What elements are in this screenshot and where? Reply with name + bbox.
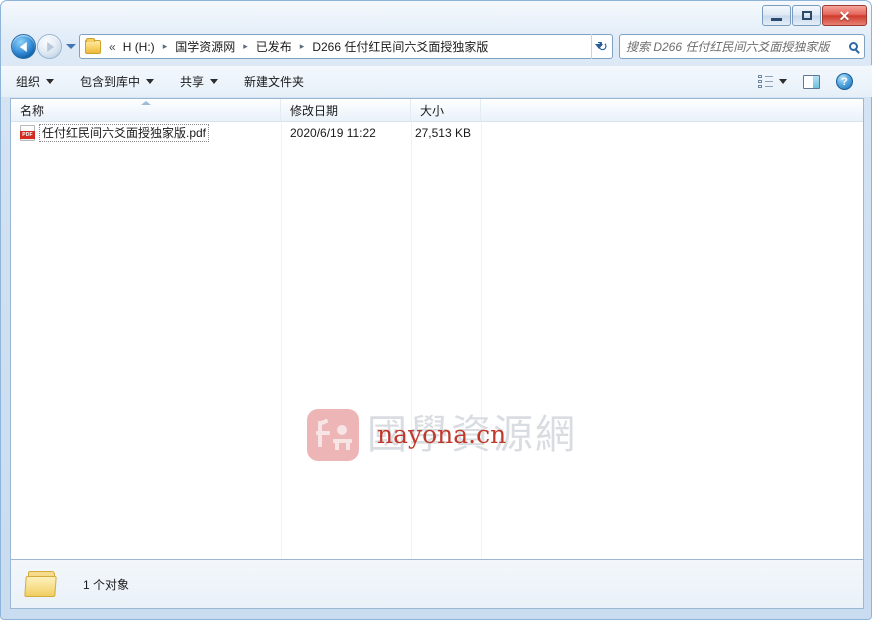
toolbar-item-label: 共享	[180, 75, 205, 89]
toolbar-item-label: 新建文件夹	[244, 75, 305, 89]
help-button[interactable]: ?	[828, 69, 861, 94]
column-gridline	[481, 122, 482, 558]
watermark-text: 國學資源網 nayona.cn	[367, 407, 597, 463]
breadcrumb-item-drive[interactable]: H (H:)	[121, 40, 157, 54]
toolbar-item-label: 组织	[16, 75, 41, 89]
chevron-right-icon[interactable]: ▸	[294, 41, 311, 52]
minimize-button[interactable]	[762, 5, 791, 26]
column-header-row: 名称 修改日期 大小	[11, 99, 863, 122]
watermark: 國學資源網 nayona.cn	[307, 404, 597, 466]
chevron-down-icon	[146, 79, 155, 84]
toolbar-item-label: 包含到库中	[80, 75, 141, 89]
column-header-size[interactable]: 大小	[411, 99, 481, 121]
refresh-icon: ↻	[597, 38, 608, 54]
view-list-icon	[758, 74, 773, 89]
chevron-right-icon[interactable]: ▸	[157, 41, 174, 52]
watermark-site-url: nayona.cn	[377, 420, 507, 449]
column-gridline	[411, 122, 412, 558]
close-icon: ✕	[838, 7, 851, 24]
search-box[interactable]: 搜索 D266 任付红民间六爻面授独家版	[619, 34, 865, 59]
search-input[interactable]: 搜索 D266 任付红民间六爻面授独家版	[626, 38, 846, 55]
file-date-cell: 2020/6/19 11:22	[290, 126, 376, 140]
breadcrumb-item-2[interactable]: 已发布	[254, 38, 294, 55]
file-list-body[interactable]: 任付红民间六爻面授独家版.pdf 2020/6/19 11:22 27,513 …	[11, 122, 863, 558]
table-row[interactable]: 任付红民间六爻面授独家版.pdf 2020/6/19 11:22 27,513 …	[11, 122, 863, 144]
title-bar[interactable]: ✕	[1, 1, 872, 29]
arrow-left-icon	[19, 41, 27, 52]
chevron-down-icon	[46, 79, 55, 84]
maximize-icon	[801, 11, 812, 20]
folder-icon	[85, 37, 101, 54]
column-header-label: 大小	[420, 103, 445, 118]
toolbar-item-share[interactable]: 共享	[169, 69, 229, 94]
folder-icon	[24, 569, 61, 599]
sort-ascending-icon	[140, 101, 151, 105]
status-summary: 1 个对象	[83, 577, 130, 592]
chevron-down-icon	[779, 79, 787, 84]
search-icon	[849, 42, 858, 51]
preview-pane-icon	[803, 74, 820, 89]
close-button[interactable]: ✕	[822, 5, 867, 26]
column-header-label: 修改日期	[290, 103, 339, 118]
recent-pages-dropdown-icon[interactable]	[66, 44, 76, 49]
toolbar-item-include-in-library[interactable]: 包含到库中	[69, 69, 165, 94]
status-bar: 1 个对象	[10, 559, 864, 609]
column-header-filler[interactable]	[481, 99, 863, 121]
column-header-name[interactable]: 名称	[11, 99, 281, 121]
chevron-right-icon[interactable]: ▸	[237, 41, 254, 52]
refresh-button[interactable]: ↻	[591, 34, 613, 59]
minimize-icon	[771, 17, 782, 21]
explorer-window: ✕ « H (H:) ▸ 国学资源网 ▸ 已发布 ▸ D266 任付红民间六爻面…	[0, 0, 872, 620]
breadcrumb-overflow-icon[interactable]: «	[104, 40, 121, 54]
maximize-button[interactable]	[792, 5, 821, 26]
toolbar-item-new-folder[interactable]: 新建文件夹	[233, 69, 315, 94]
file-name-cell[interactable]: 任付红民间六爻面授独家版.pdf	[11, 122, 281, 144]
toolbar-item-organize[interactable]: 组织	[5, 69, 65, 94]
file-name-label: 任付红民间六爻面授独家版.pdf	[39, 124, 210, 142]
file-size-cell: 27,513 KB	[414, 126, 471, 140]
toolbar-right-group: ?	[750, 69, 872, 94]
pdf-file-icon	[20, 125, 35, 141]
address-bar[interactable]: « H (H:) ▸ 国学资源网 ▸ 已发布 ▸ D266 任付红民间六爻面授独…	[79, 34, 613, 59]
view-options-button[interactable]	[750, 71, 795, 93]
command-toolbar: 组织 包含到库中 共享 新建文件夹 ?	[1, 65, 872, 97]
column-header-label: 名称	[20, 103, 45, 118]
watermark-site-name: 國學資源網	[367, 412, 577, 458]
seal-logo-icon	[307, 409, 359, 461]
arrow-right-icon	[46, 41, 54, 52]
chevron-down-icon	[210, 79, 219, 84]
breadcrumb-item-current[interactable]: D266 任付红民间六爻面授独家版	[310, 38, 490, 55]
column-gridline	[281, 122, 282, 558]
forward-button[interactable]	[37, 34, 62, 59]
preview-pane-button[interactable]	[795, 71, 828, 93]
address-row: « H (H:) ▸ 国学资源网 ▸ 已发布 ▸ D266 任付红民间六爻面授独…	[1, 32, 872, 62]
window-controls: ✕	[762, 5, 867, 26]
file-list-area: 名称 修改日期 大小 任付红民间六爻面授独家版.pdf 2020/6/19 11…	[10, 98, 864, 559]
back-button[interactable]	[11, 34, 36, 59]
column-header-date-modified[interactable]: 修改日期	[281, 99, 411, 121]
help-icon: ?	[836, 73, 853, 90]
breadcrumb-item-1[interactable]: 国学资源网	[173, 38, 237, 55]
